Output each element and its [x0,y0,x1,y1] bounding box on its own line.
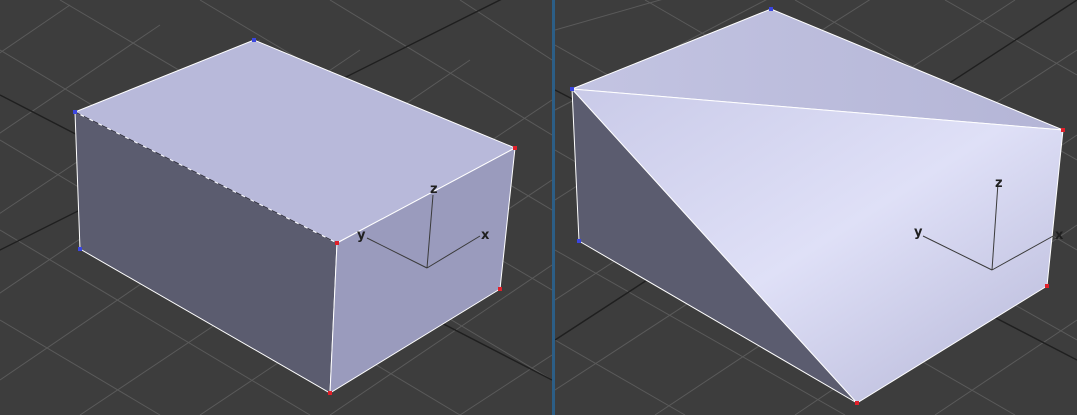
axis-x-label: x [481,228,490,243]
axis-z-label: z [430,182,438,197]
axis-z-label-right: z [995,176,1003,191]
viewport-left-canvas[interactable]: z x y [0,0,552,415]
viewport-right[interactable]: z x y [555,0,1077,415]
vertex-top-back[interactable] [252,38,256,42]
vertex-top-right[interactable] [513,146,517,150]
box-mesh[interactable] [73,39,517,394]
vertex-top-left-right[interactable] [570,87,574,91]
vertex-bottom-front[interactable] [328,391,332,395]
vertex-top-front[interactable] [335,241,339,245]
vertex-bottom-right-right[interactable] [1045,284,1049,288]
vertex-top-back-right[interactable] [769,7,773,11]
vertex-bottom-left-right[interactable] [577,239,581,243]
viewport-left[interactable]: z x y [0,0,552,415]
vertex-bottom-right[interactable] [498,287,502,291]
axis-y-label: y [357,228,366,243]
axis-y-label-right: y [914,225,923,240]
vertex-bottom-front-right[interactable] [855,401,859,405]
viewport-right-canvas[interactable]: z x y [555,0,1077,415]
vertex-bottom-left[interactable] [78,247,82,251]
vertex-top-left[interactable] [73,110,77,114]
deformed-mesh[interactable] [570,8,1064,404]
axis-x-label-right: x [1055,228,1064,243]
vertex-top-right-right[interactable] [1061,128,1065,132]
modeling-app: z x y z x y [0,0,1077,415]
